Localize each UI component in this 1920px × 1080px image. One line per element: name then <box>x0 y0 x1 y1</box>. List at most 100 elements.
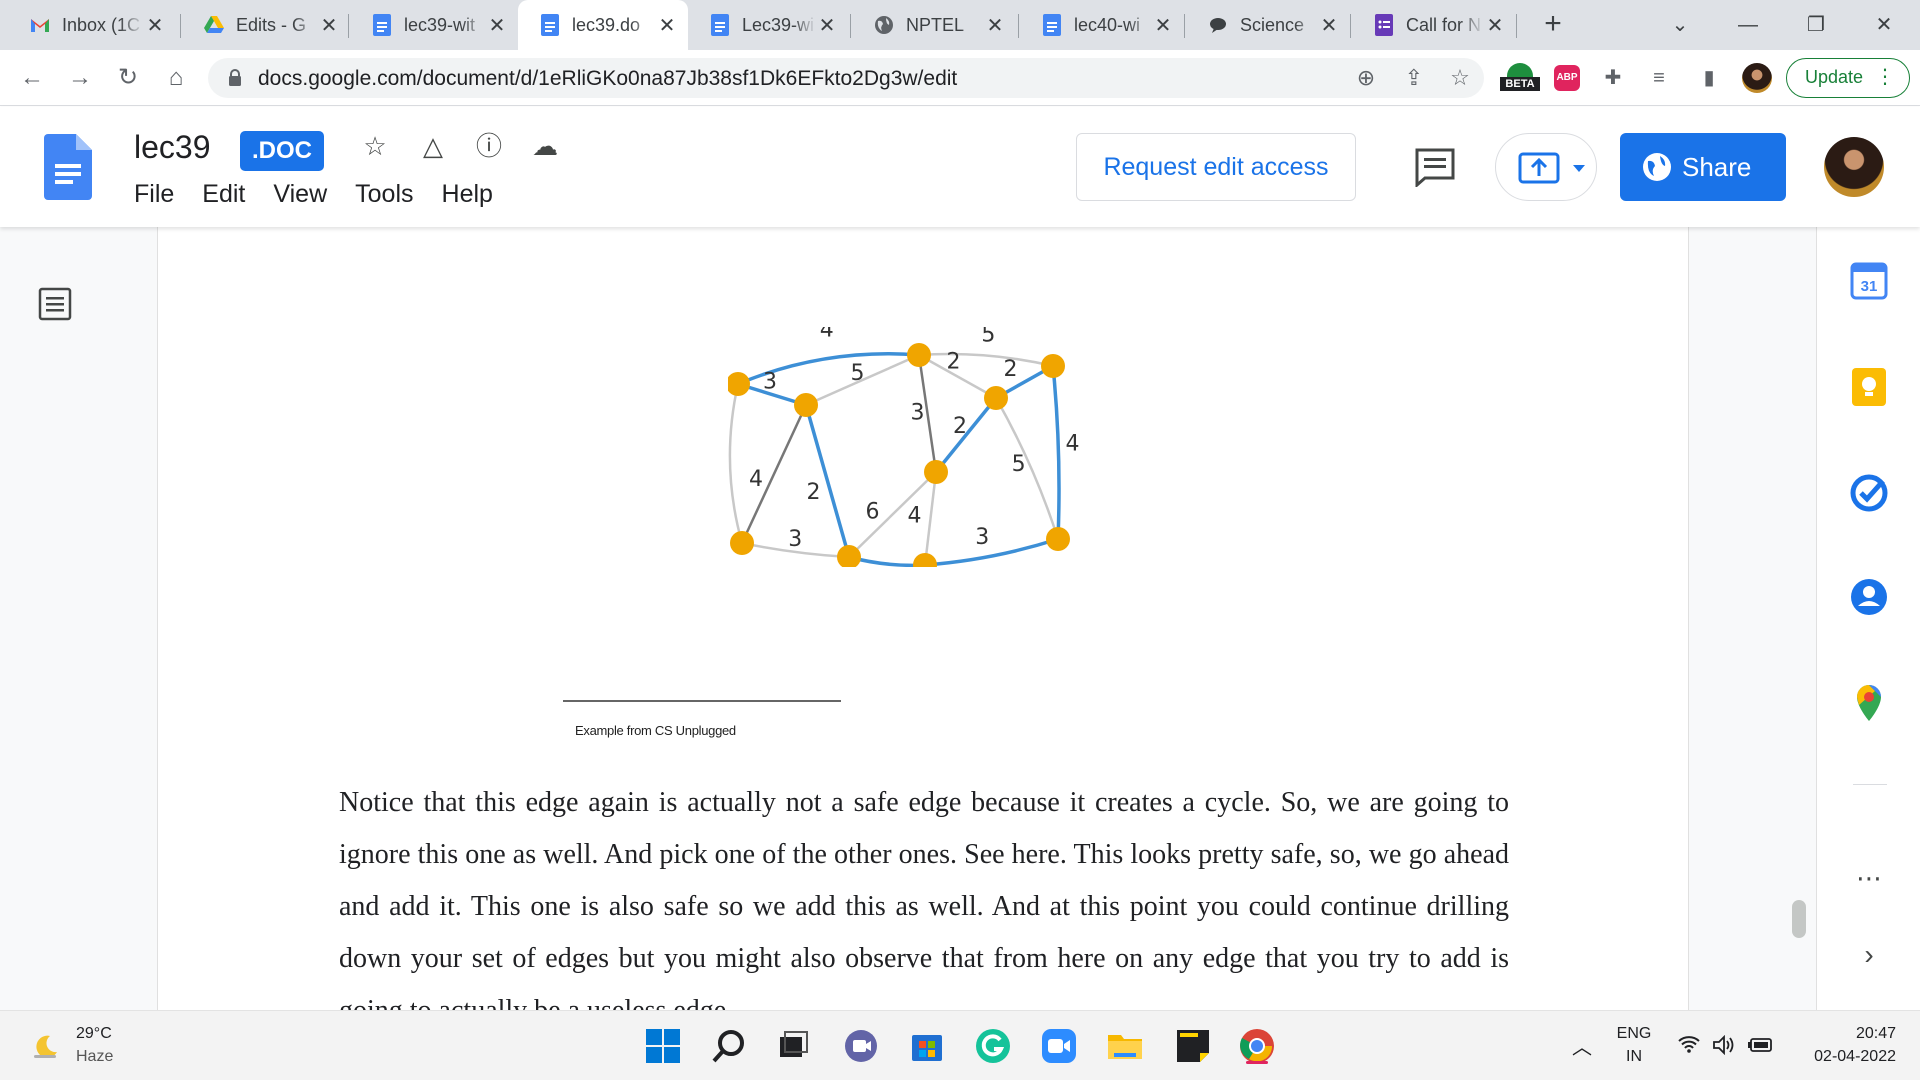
forward-button[interactable]: → <box>64 62 96 94</box>
sticky-notes-icon[interactable] <box>1174 1027 1212 1065</box>
tab-science[interactable]: Science ✕ <box>1186 0 1350 50</box>
menu-help[interactable]: Help <box>442 180 493 209</box>
tab-nptel[interactable]: NPTEL ✕ <box>852 0 1016 50</box>
search-icon[interactable] <box>710 1027 748 1065</box>
calendar-icon[interactable]: 31 <box>1849 261 1889 301</box>
graph-node <box>907 343 931 367</box>
share-label: Share <box>1682 152 1752 182</box>
weather-temperature[interactable]: 29°C <box>76 1025 112 1043</box>
tab-call-for[interactable]: Call for N ✕ <box>1352 0 1516 50</box>
show-hidden-icons-chevron-icon[interactable]: ︿ <box>1572 1031 1592 1060</box>
reading-list-icon[interactable]: ≡ <box>1644 63 1674 93</box>
tab-title: Inbox (1C <box>62 14 141 35</box>
docs-icon <box>540 14 560 36</box>
tab-gmail[interactable]: Inbox (1C ✕ <box>8 0 176 50</box>
google-docs-logo-icon[interactable] <box>44 134 92 200</box>
menu-view[interactable]: View <box>273 180 327 209</box>
abp-label: ABP <box>1554 65 1580 91</box>
wifi-icon[interactable] <box>1678 1035 1700 1053</box>
star-icon[interactable]: ☆ <box>358 129 392 163</box>
grammarly-icon[interactable] <box>974 1027 1012 1065</box>
microsoft-store-icon[interactable] <box>908 1027 946 1065</box>
address-bar[interactable]: docs.google.com/document/d/1eRliGKo0na87… <box>208 58 1484 98</box>
file-explorer-icon[interactable] <box>1106 1027 1144 1065</box>
tab-search-chevron-icon[interactable]: ⌄ <box>1660 8 1700 42</box>
close-icon[interactable]: ✕ <box>1484 13 1506 38</box>
new-tab-button[interactable]: + <box>1536 8 1570 42</box>
clock-date[interactable]: 02-04-2022 <box>1786 1048 1896 1066</box>
battery-icon[interactable] <box>1748 1037 1774 1053</box>
tab-lec39-doc[interactable]: lec39.do ✕ <box>518 0 688 50</box>
windows-start-icon[interactable] <box>644 1027 682 1065</box>
update-label: Update <box>1805 67 1864 87</box>
zoom-icon[interactable]: ⊕ <box>1352 64 1380 92</box>
language-bottom[interactable]: IN <box>1614 1048 1654 1066</box>
chrome-icon[interactable] <box>1238 1027 1276 1065</box>
graph-edge <box>924 537 1059 567</box>
side-panel-icon[interactable]: ▮ <box>1694 63 1724 93</box>
tab-lec39-wit[interactable]: lec39-wit ✕ <box>350 0 518 50</box>
language-top[interactable]: ENG <box>1614 1025 1654 1043</box>
gmail-icon <box>30 14 50 36</box>
back-button[interactable]: ← <box>16 62 48 94</box>
tasks-icon[interactable] <box>1849 473 1889 513</box>
caption-divider <box>563 700 841 702</box>
adblock-extension-icon[interactable]: ABP <box>1552 63 1582 93</box>
contacts-icon[interactable] <box>1849 577 1889 617</box>
beta-extension-icon[interactable]: BETA <box>1500 63 1540 93</box>
extensions-puzzle-icon[interactable]: ✚ <box>1598 63 1628 93</box>
comment-history-icon[interactable] <box>1414 147 1456 187</box>
keep-icon[interactable] <box>1849 367 1889 407</box>
zoom-meetings-icon[interactable] <box>1040 1027 1078 1065</box>
expand-panel-chevron-icon[interactable]: › <box>1849 939 1889 971</box>
tab-separator <box>1350 14 1351 38</box>
moon-haze-icon[interactable] <box>32 1033 60 1061</box>
update-button[interactable]: Update ⋮ <box>1786 58 1910 98</box>
close-icon[interactable]: ✕ <box>1318 13 1340 38</box>
menu-file[interactable]: File <box>134 180 174 209</box>
close-window-button[interactable]: ✕ <box>1864 8 1904 42</box>
reload-button[interactable]: ↻ <box>112 62 144 94</box>
clock-time[interactable]: 20:47 <box>1786 1025 1896 1043</box>
vertical-scrollbar-thumb[interactable] <box>1792 900 1806 938</box>
tab-drive[interactable]: Edits - G ✕ <box>182 0 350 50</box>
share-page-icon[interactable]: ⇪ <box>1400 64 1428 92</box>
present-button[interactable] <box>1495 133 1597 201</box>
minimize-button[interactable]: — <box>1728 8 1768 42</box>
home-button[interactable]: ⌂ <box>160 62 192 94</box>
menu-edit[interactable]: Edit <box>202 180 245 209</box>
request-edit-access-button[interactable]: Request edit access <box>1076 133 1356 201</box>
document-outline-icon[interactable] <box>38 287 72 321</box>
more-apps-icon[interactable]: ⋯ <box>1849 863 1889 894</box>
weather-condition[interactable]: Haze <box>76 1048 113 1066</box>
document-page: 453532225464236453 Example from CS Unplu… <box>157 227 1689 1010</box>
restore-button[interactable]: ❐ <box>1796 8 1836 42</box>
graph-edge-weight: 2 <box>807 480 821 505</box>
bookmark-star-icon[interactable]: ☆ <box>1446 64 1474 92</box>
menu-tools[interactable]: Tools <box>355 180 413 209</box>
add-shortcut-drive-icon[interactable]: △ <box>416 129 450 163</box>
weighted-graph-figure: 453532225464236453 <box>728 327 1079 567</box>
tab-lec39-wi[interactable]: Lec39-wi ✕ <box>688 0 848 50</box>
close-icon[interactable]: ✕ <box>1152 13 1174 38</box>
profile-avatar[interactable] <box>1742 63 1772 93</box>
graph-edge-weight: 3 <box>911 401 925 426</box>
info-icon[interactable]: ⓘ <box>472 129 506 163</box>
document-title[interactable]: lec39 <box>134 129 211 166</box>
close-icon[interactable]: ✕ <box>486 13 508 38</box>
teams-chat-icon[interactable] <box>842 1027 880 1065</box>
close-icon[interactable]: ✕ <box>816 13 838 38</box>
present-upload-icon <box>1518 152 1560 184</box>
close-icon[interactable]: ✕ <box>318 13 340 38</box>
volume-icon[interactable] <box>1712 1035 1736 1055</box>
account-avatar[interactable] <box>1824 137 1884 197</box>
tab-lec40-wi[interactable]: lec40-wi ✕ <box>1020 0 1184 50</box>
maps-icon[interactable] <box>1849 683 1889 723</box>
cloud-status-icon[interactable]: ☁ <box>528 129 562 163</box>
close-icon[interactable]: ✕ <box>984 13 1006 38</box>
share-button[interactable]: Share <box>1620 133 1786 201</box>
close-icon[interactable]: ✕ <box>656 13 678 38</box>
close-icon[interactable]: ✕ <box>144 13 166 38</box>
task-view-icon[interactable] <box>774 1027 812 1065</box>
chevron-down-icon <box>1573 165 1585 172</box>
